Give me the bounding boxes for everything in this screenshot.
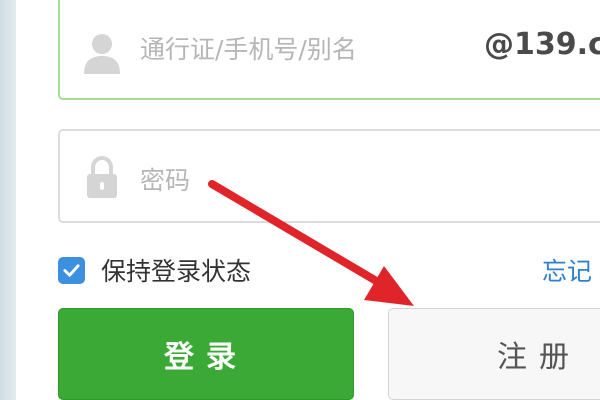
remember-checkbox[interactable] <box>58 256 85 284</box>
page-background-edge <box>0 0 16 400</box>
password-placeholder: 密码 <box>140 166 191 195</box>
forgot-password-link[interactable]: 忘记 <box>542 252 592 288</box>
register-button[interactable]: 注册 <box>388 308 600 400</box>
login-button[interactable]: 登录 <box>58 308 354 400</box>
remember-login-option[interactable]: 保持登录状态 <box>58 252 251 288</box>
username-placeholder: 通行证/手机号/别名 <box>140 35 357 64</box>
user-icon <box>84 34 120 74</box>
username-field[interactable]: 通行证/手机号/别名 @139.cc <box>58 0 600 100</box>
password-field[interactable]: 密码 <box>58 129 600 223</box>
lock-icon <box>87 155 117 198</box>
remember-label: 保持登录状态 <box>101 257 252 286</box>
mail-domain-suffix: @139.cc <box>484 27 600 62</box>
checkmark-icon <box>63 263 80 277</box>
